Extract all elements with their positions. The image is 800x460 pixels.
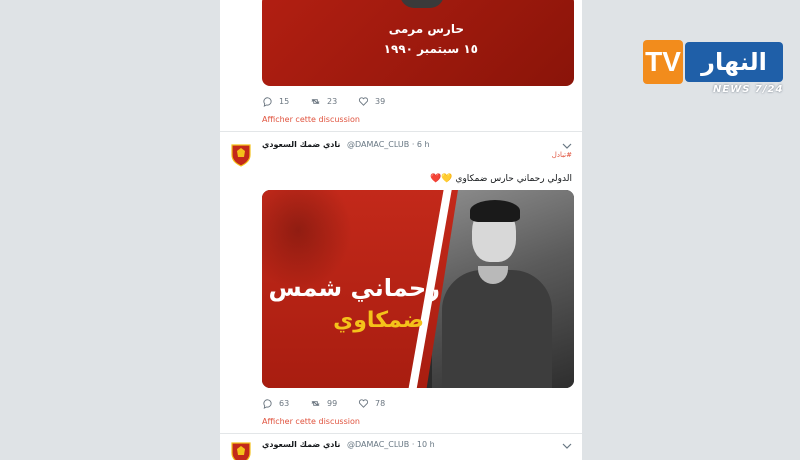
player-photo <box>432 190 574 388</box>
retweet-button[interactable]: 99 <box>310 398 358 409</box>
tweet-header: نادي ضمك السعودي @DAMAC_CLUB · 6 h <box>262 140 430 149</box>
tweet-next: نادي ضمك السعودي @DAMAC_CLUB · 10 h <box>220 434 582 460</box>
club-avatar[interactable] <box>228 440 254 460</box>
image-date-text: ١٥ سبتمبر ١٩٩٠ <box>383 42 478 56</box>
heart-icon <box>358 399 369 408</box>
reply-icon <box>263 97 272 107</box>
tweet-previous: حارس مرمى ١٥ سبتمبر ١٩٩٠ 15 23 39 Affich… <box>220 0 582 132</box>
tv-logo-box: TV <box>643 40 683 84</box>
reply-button[interactable]: 15 <box>262 96 310 107</box>
ennahar-tv-logo: TV النهار NEWS 7/24 <box>643 38 785 96</box>
like-button[interactable]: 78 <box>358 398 406 409</box>
account-name[interactable]: نادي ضمك السعودي <box>262 440 340 449</box>
club-shield-shape <box>400 0 444 8</box>
account-handle[interactable]: @DAMAC_CLUB <box>347 140 409 149</box>
club-avatar[interactable] <box>228 142 254 168</box>
retweet-count: 99 <box>327 399 338 408</box>
retweet-icon <box>311 401 320 406</box>
image-role-text: حارس مرمى <box>388 22 464 36</box>
tweet-text: الدولي رحماني حارس ضمكاوي 💛❤️ <box>430 174 572 184</box>
reply-icon <box>263 399 272 409</box>
heart-icon <box>358 97 369 106</box>
brand-logo-box: النهار <box>685 42 783 82</box>
retweet-button[interactable]: 23 <box>310 96 358 107</box>
player-name-text: رحماني شمس الدين <box>262 274 440 302</box>
account-name[interactable]: نادي ضمك السعودي <box>262 140 340 149</box>
retweet-icon <box>311 99 320 104</box>
tweet-main: نادي ضمك السعودي @DAMAC_CLUB · 6 h #تباد… <box>220 132 582 434</box>
hashtag-link[interactable]: #تبادل <box>552 151 572 159</box>
reply-button[interactable]: 63 <box>262 398 310 409</box>
tweet-image[interactable]: رحماني شمس الدين ضمكاوي <box>262 190 574 388</box>
like-button[interactable]: 39 <box>358 96 406 107</box>
reply-count: 63 <box>279 399 290 408</box>
tweet-time[interactable]: · 6 h <box>412 140 430 149</box>
tweet-actions: 63 99 78 <box>262 398 406 409</box>
tweet-time[interactable]: · 10 h <box>412 440 435 449</box>
retweet-count: 23 <box>327 97 338 106</box>
twitter-feed: حارس مرمى ١٥ سبتمبر ١٩٩٠ 15 23 39 Affich… <box>220 0 582 460</box>
show-discussion-link[interactable]: Afficher cette discussion <box>262 115 360 124</box>
like-count: 78 <box>375 399 386 408</box>
show-discussion-link[interactable]: Afficher cette discussion <box>262 417 360 426</box>
club-label-text: ضمكاوي <box>333 308 424 333</box>
account-handle[interactable]: @DAMAC_CLUB <box>347 440 409 449</box>
like-count: 39 <box>375 97 386 106</box>
chevron-down-icon[interactable] <box>562 142 572 150</box>
reply-count: 15 <box>279 97 290 106</box>
tweet-actions: 15 23 39 <box>262 96 406 107</box>
news-label: NEWS 7/24 <box>713 84 784 95</box>
chevron-down-icon[interactable] <box>562 442 572 450</box>
tweet-image[interactable]: حارس مرمى ١٥ سبتمبر ١٩٩٠ <box>262 0 574 86</box>
tweet-header: نادي ضمك السعودي @DAMAC_CLUB · 10 h <box>262 440 435 449</box>
